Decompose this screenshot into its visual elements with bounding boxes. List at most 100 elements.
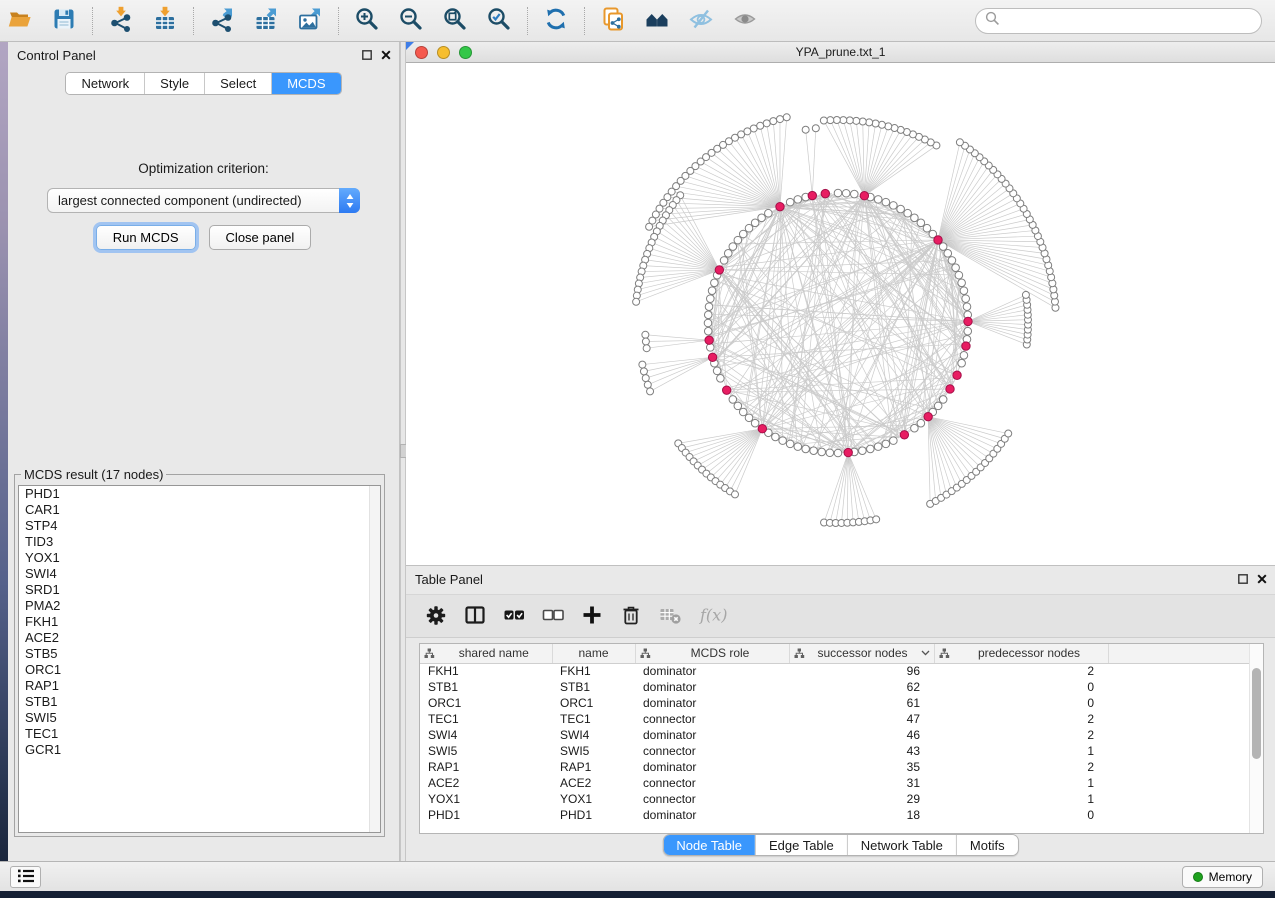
graph-node[interactable]	[944, 250, 952, 258]
mcds-result-item[interactable]: TID3	[19, 534, 380, 550]
table-cell[interactable]: dominator	[635, 679, 789, 695]
table-row[interactable]: ACE2ACE2connector311	[420, 775, 1252, 791]
search-input[interactable]	[1006, 12, 1252, 29]
graph-node[interactable]	[739, 230, 747, 238]
table-cell[interactable]: 31	[789, 775, 934, 791]
table-row[interactable]: TEC1TEC1connector472	[420, 711, 1252, 727]
criterion-dropdown[interactable]: largest connected component (undirected)	[47, 188, 360, 213]
table-panel-tab-edge-table[interactable]: Edge Table	[755, 835, 847, 855]
graph-leaf-node[interactable]	[763, 120, 770, 127]
graph-node[interactable]	[826, 449, 834, 457]
table-cell[interactable]: 46	[789, 727, 934, 743]
graph-leaf-node[interactable]	[1005, 430, 1012, 437]
table-row[interactable]: SWI5SWI5connector431	[420, 743, 1252, 759]
graph-node[interactable]	[904, 209, 912, 217]
graph-node[interactable]	[758, 214, 766, 222]
graph-node[interactable]	[734, 402, 742, 410]
graph-node[interactable]	[739, 408, 747, 416]
graph-dominator-node[interactable]	[946, 385, 954, 393]
graph-leaf-node[interactable]	[812, 125, 819, 132]
control-panel-tab-select[interactable]: Select	[204, 73, 271, 94]
graph-node[interactable]	[772, 433, 780, 441]
graph-dominator-node[interactable]	[722, 386, 730, 394]
close-panel-button[interactable]: Close panel	[209, 225, 312, 250]
graph-node[interactable]	[751, 419, 759, 427]
graph-leaf-node[interactable]	[633, 298, 640, 305]
delete-table-button[interactable]	[658, 604, 682, 628]
table-cell[interactable]: SWI4	[552, 727, 635, 743]
graph-node[interactable]	[729, 396, 737, 404]
zoom-fit-button[interactable]	[437, 3, 473, 39]
graph-leaf-node[interactable]	[644, 381, 651, 388]
table-cell[interactable]: SWI4	[420, 727, 552, 743]
graph-node[interactable]	[890, 202, 898, 210]
graph-node[interactable]	[704, 327, 712, 335]
table-cell[interactable]: ACE2	[420, 775, 552, 791]
graph-leaf-node[interactable]	[647, 388, 654, 395]
graph-node[interactable]	[734, 236, 742, 244]
graph-leaf-node[interactable]	[853, 117, 860, 124]
table-cell[interactable]: connector	[635, 743, 789, 759]
table-settings-button[interactable]	[424, 604, 448, 628]
graph-leaf-node[interactable]	[776, 116, 783, 123]
graph-node[interactable]	[717, 375, 725, 383]
graph-node[interactable]	[960, 287, 968, 295]
table-cell[interactable]: TEC1	[420, 711, 552, 727]
show-all-button[interactable]	[727, 3, 763, 39]
mcds-result-item[interactable]: SWI5	[19, 710, 380, 726]
graph-node[interactable]	[818, 448, 826, 456]
graph-node[interactable]	[720, 257, 728, 265]
graph-dominator-node[interactable]	[705, 336, 713, 344]
maximize-window-button[interactable]	[459, 46, 472, 59]
graph-leaf-node[interactable]	[846, 117, 853, 124]
mcds-result-item[interactable]: STP4	[19, 518, 380, 534]
zoom-in-button[interactable]	[349, 3, 385, 39]
open-session-button[interactable]	[2, 3, 38, 39]
mcds-result-item[interactable]: PHD1	[19, 486, 380, 502]
function-builder-button[interactable]: f(x)	[697, 604, 731, 628]
table-cell[interactable]: SWI5	[420, 743, 552, 759]
float-panel-icon[interactable]	[362, 42, 372, 70]
table-cell[interactable]: FKH1	[420, 663, 552, 679]
graph-node[interactable]	[751, 219, 759, 227]
mcds-result-item[interactable]: YOX1	[19, 550, 380, 566]
table-cell[interactable]: 1	[934, 791, 1108, 807]
table-cell[interactable]: 29	[789, 791, 934, 807]
export-image-button[interactable]	[292, 3, 328, 39]
graph-node[interactable]	[707, 295, 715, 303]
graph-dominator-node[interactable]	[776, 202, 784, 210]
graph-node[interactable]	[934, 402, 942, 410]
clone-network-button[interactable]	[595, 3, 631, 39]
table-cell[interactable]: STB1	[552, 679, 635, 695]
control-panel-tab-network[interactable]: Network	[66, 73, 144, 94]
mcds-result-item[interactable]: SRD1	[19, 582, 380, 598]
graph-leaf-node[interactable]	[1022, 291, 1029, 298]
mcds-result-item[interactable]: STB1	[19, 694, 380, 710]
column-header-name[interactable]: name	[552, 644, 635, 663]
graph-dominator-node[interactable]	[708, 353, 716, 361]
close-panel-icon[interactable]	[1257, 566, 1267, 594]
table-row[interactable]: FKH1FKH1dominator962	[420, 663, 1252, 679]
table-row[interactable]: RAP1RAP1dominator352	[420, 759, 1252, 775]
graph-dominator-node[interactable]	[758, 425, 766, 433]
graph-leaf-node[interactable]	[833, 117, 840, 124]
table-cell[interactable]: 2	[934, 727, 1108, 743]
column-header-MCDS-role[interactable]: MCDS role	[635, 644, 789, 663]
table-cell[interactable]: 1	[934, 775, 1108, 791]
graph-leaf-node[interactable]	[646, 223, 653, 230]
table-cell[interactable]: SWI5	[552, 743, 635, 759]
graph-node[interactable]	[850, 190, 858, 198]
graph-node[interactable]	[711, 279, 719, 287]
graph-dominator-node[interactable]	[953, 371, 961, 379]
graph-node[interactable]	[955, 271, 963, 279]
table-cell[interactable]: ACE2	[552, 775, 635, 791]
graph-node[interactable]	[802, 445, 810, 453]
first-neighbors-button[interactable]	[639, 3, 675, 39]
graph-node[interactable]	[859, 447, 867, 455]
graph-node[interactable]	[917, 419, 925, 427]
table-cell[interactable]: 2	[934, 711, 1108, 727]
graph-node[interactable]	[724, 250, 732, 258]
control-panel-tab-mcds[interactable]: MCDS	[271, 73, 340, 94]
graph-node[interactable]	[962, 295, 970, 303]
control-panel-tab-style[interactable]: Style	[144, 73, 204, 94]
